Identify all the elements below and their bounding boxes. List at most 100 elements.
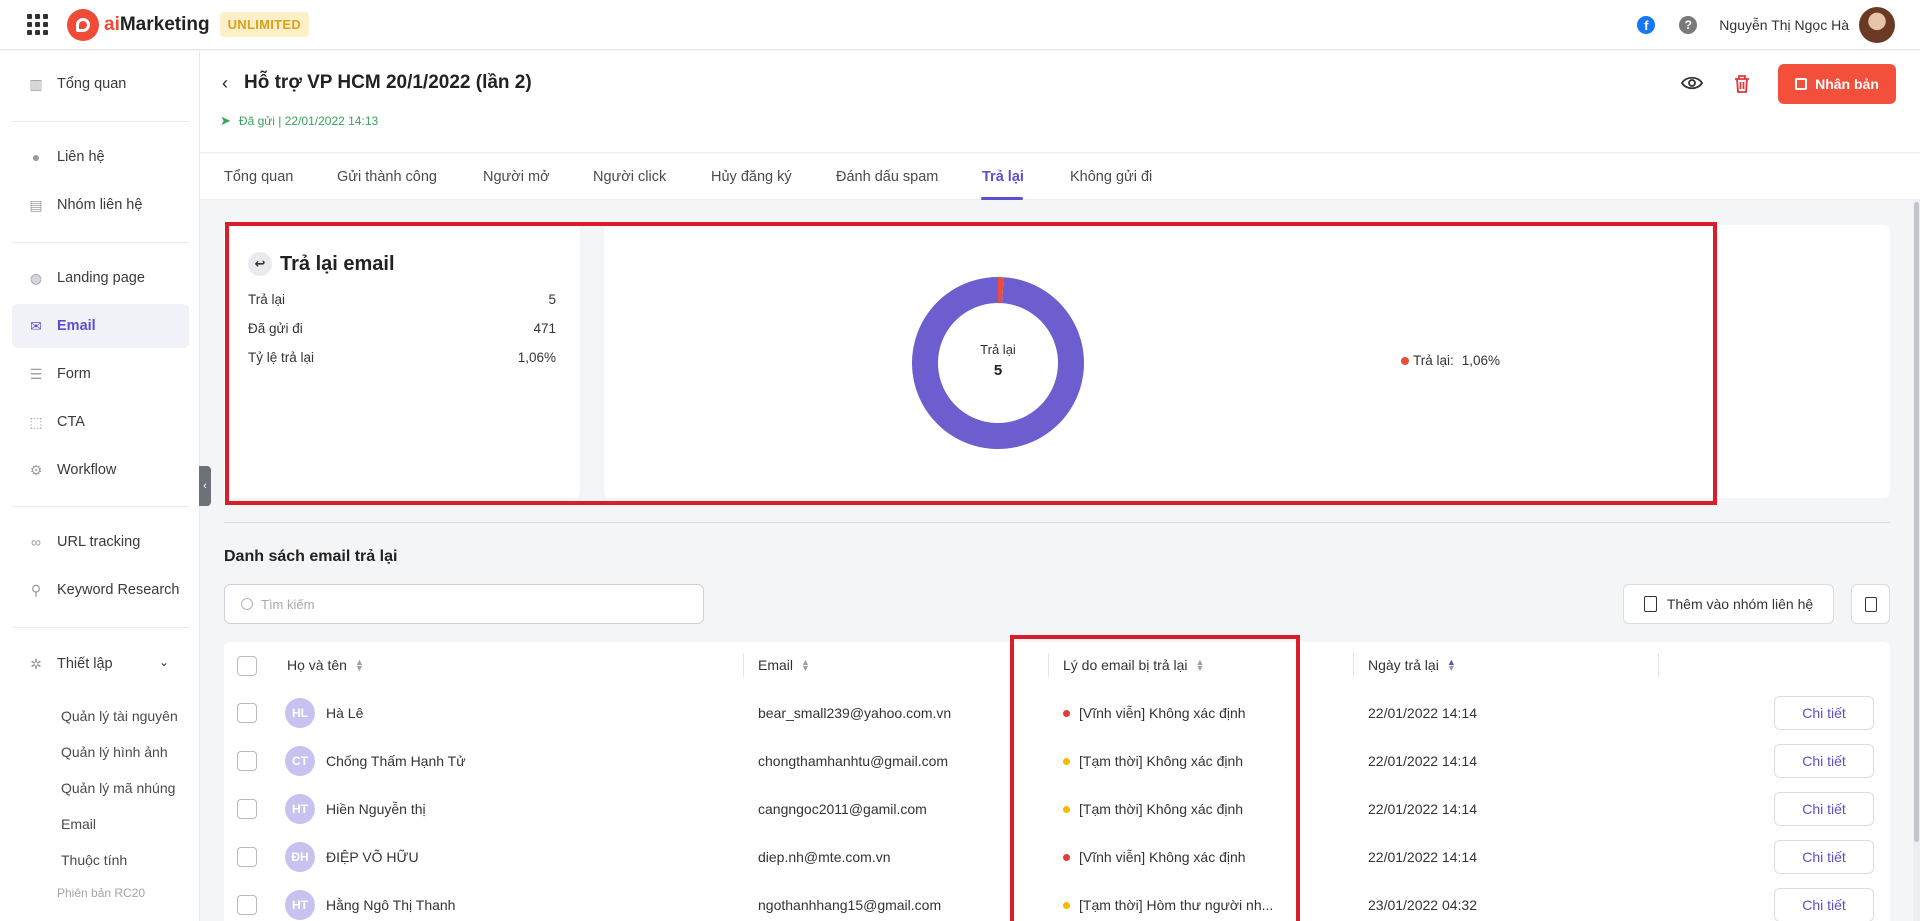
page-scrollbar[interactable] bbox=[1913, 200, 1920, 921]
column-separator bbox=[1353, 653, 1354, 677]
tab-clicked[interactable]: Người click bbox=[593, 169, 666, 185]
scrollbar-thumb[interactable] bbox=[1914, 202, 1919, 842]
clone-button[interactable]: Nhân bản bbox=[1778, 64, 1896, 104]
sent-status: ➤ Đã gửi | 22/01/2022 14:13 bbox=[220, 113, 379, 128]
row-date: 23/01/2022 04:32 bbox=[1368, 897, 1477, 913]
user-avatar[interactable] bbox=[1859, 7, 1895, 43]
legend-swatch bbox=[1401, 356, 1409, 365]
column-header-name[interactable]: Họ và tên ▲ ▼ bbox=[287, 657, 364, 673]
form-icon: ☰ bbox=[29, 366, 43, 382]
select-all-checkbox[interactable] bbox=[237, 656, 257, 676]
reason-status-dot bbox=[1063, 901, 1070, 909]
tab-not-sent[interactable]: Không gửi đi bbox=[1070, 169, 1152, 185]
sidebar-item-email[interactable]: ✉ Email bbox=[12, 304, 189, 348]
avatar: ĐH bbox=[285, 842, 315, 872]
detail-button[interactable]: Chi tiết bbox=[1774, 888, 1874, 921]
search-input[interactable] bbox=[261, 596, 681, 612]
sort-icon: ▲ ▼ bbox=[801, 657, 810, 673]
tab-bounced[interactable]: Trả lại bbox=[982, 169, 1024, 185]
app-logo[interactable]: aiMarketing bbox=[67, 8, 210, 41]
sidebar-item-contact-groups[interactable]: ▤ Nhóm liên hệ bbox=[12, 183, 189, 227]
row-email: bear_small239@yahoo.com.vn bbox=[758, 705, 952, 721]
tab-spam[interactable]: Đánh dấu spam bbox=[836, 169, 938, 185]
search-icon bbox=[241, 598, 253, 610]
tab-opened[interactable]: Người mở bbox=[483, 169, 550, 185]
trash-icon[interactable] bbox=[1733, 74, 1751, 94]
row-date: 22/01/2022 14:14 bbox=[1368, 753, 1477, 769]
row-reason: [Vĩnh viễn] Không xác định bbox=[1063, 849, 1246, 865]
bounce-chart-card bbox=[604, 225, 1890, 498]
avatar: HL bbox=[285, 698, 315, 728]
tab-sent-success[interactable]: Gửi thành công bbox=[337, 169, 437, 185]
sidebar-item-settings[interactable]: ✲ Thiết lập ⌄ bbox=[12, 642, 189, 686]
sidebar-sub-attributes[interactable]: Thuộc tính bbox=[61, 852, 127, 868]
row-checkbox[interactable] bbox=[237, 703, 257, 723]
sidebar-sub-resources[interactable]: Quản lý tài nguyên bbox=[61, 708, 178, 724]
sidebar-item-contacts[interactable]: ● Liên hệ bbox=[12, 135, 189, 179]
sidebar-item-form[interactable]: ☰ Form bbox=[12, 352, 189, 396]
app-grid-icon[interactable] bbox=[27, 13, 49, 36]
help-icon[interactable]: ? bbox=[1679, 16, 1698, 34]
export-icon bbox=[1864, 596, 1877, 612]
legend-value: 1,06% bbox=[1461, 353, 1501, 368]
top-bar: aiMarketing UNLIMITED f ? Nguyễn Thị Ngọ… bbox=[0, 0, 1920, 50]
detail-button[interactable]: Chi tiết bbox=[1774, 696, 1874, 730]
summary-row-bounce-rate: Tỷ lệ trả lại 1,06% bbox=[248, 350, 556, 365]
column-header-email[interactable]: Email ▲ ▼ bbox=[758, 657, 810, 673]
sidebar-item-workflow[interactable]: ⚙ Workflow bbox=[12, 448, 189, 492]
copy-icon bbox=[1795, 78, 1808, 90]
column-header-date[interactable]: Ngày trả lại ▲ ▼ bbox=[1368, 657, 1456, 673]
summary-row-sent: Đã gửi đi 471 bbox=[248, 321, 556, 336]
row-checkbox[interactable] bbox=[237, 751, 257, 771]
sidebar-sub-email[interactable]: Email bbox=[61, 816, 96, 832]
sidebar-sub-images[interactable]: Quản lý hình ảnh bbox=[61, 744, 168, 760]
tab-overview[interactable]: Tổng quan bbox=[224, 169, 293, 185]
row-email: ngothanhhang15@gmail.com bbox=[758, 897, 942, 913]
row-checkbox[interactable] bbox=[237, 895, 257, 915]
sidebar-item-landing-page[interactable]: ◍ Landing page bbox=[12, 256, 189, 300]
legend-label: Trả lại: bbox=[1413, 353, 1454, 368]
add-to-contact-group-button[interactable]: Thêm vào nhóm liên hệ bbox=[1623, 584, 1834, 624]
detail-button[interactable]: Chi tiết bbox=[1774, 744, 1874, 778]
row-email: chongthamhanhtu@gmail.com bbox=[758, 753, 949, 769]
sidebar-item-overview[interactable]: ▥ Tổng quan bbox=[12, 62, 189, 106]
logo-mark-icon bbox=[67, 8, 99, 41]
gear-icon: ✲ bbox=[30, 656, 42, 672]
row-date: 22/01/2022 14:14 bbox=[1368, 801, 1477, 817]
contact-book-icon bbox=[1643, 596, 1657, 612]
back-chevron-icon[interactable]: ‹ bbox=[222, 73, 228, 94]
row-reason: [Tạm thời] Hòm thư người nh... bbox=[1063, 897, 1273, 913]
detail-button[interactable]: Chi tiết bbox=[1774, 840, 1874, 874]
sidebar-divider bbox=[12, 242, 189, 243]
tab-unsubscribed[interactable]: Hủy đăng ký bbox=[711, 169, 792, 185]
workflow-icon: ⚙ bbox=[29, 462, 43, 478]
plan-badge: UNLIMITED bbox=[219, 12, 310, 37]
facebook-icon[interactable]: f bbox=[1637, 16, 1656, 34]
sidebar-divider bbox=[12, 506, 189, 507]
column-header-reason[interactable]: Lý do email bị trả lại ▲ ▼ bbox=[1063, 657, 1204, 673]
row-checkbox[interactable] bbox=[237, 847, 257, 867]
reason-status-dot bbox=[1063, 853, 1070, 861]
sidebar-item-url-tracking[interactable]: ∞ URL tracking bbox=[12, 520, 189, 564]
sidebar-item-cta[interactable]: ⬚ CTA bbox=[12, 400, 189, 444]
detail-button[interactable]: Chi tiết bbox=[1774, 792, 1874, 826]
export-button[interactable] bbox=[1851, 584, 1890, 624]
contact-book-icon: ▤ bbox=[29, 197, 43, 213]
chart-icon: ▥ bbox=[29, 76, 43, 92]
row-name: Chống Thấm Hạnh Tử bbox=[326, 753, 466, 769]
cta-icon: ⬚ bbox=[29, 414, 43, 430]
sidebar-sub-embed-codes[interactable]: Quản lý mã nhúng bbox=[61, 780, 175, 796]
donut-center-label: Trả lại bbox=[980, 342, 1016, 357]
avatar: HT bbox=[285, 890, 315, 920]
preview-eye-icon[interactable] bbox=[1681, 74, 1703, 92]
app-version: Phiên bản RC20 bbox=[57, 886, 146, 900]
user-name[interactable]: Nguyễn Thị Ngọc Hà bbox=[1719, 17, 1849, 33]
sidebar-item-keyword-research[interactable]: ⚲ Keyword Research bbox=[12, 568, 189, 612]
row-name: Hà Lê bbox=[326, 705, 364, 721]
row-reason: [Vĩnh viễn] Không xác định bbox=[1063, 705, 1246, 721]
bounce-list-title: Danh sách email trả lại bbox=[224, 548, 398, 565]
row-reason: [Tạm thời] Không xác định bbox=[1063, 801, 1243, 817]
row-checkbox[interactable] bbox=[237, 799, 257, 819]
sidebar-collapse-handle[interactable]: ‹ bbox=[199, 466, 211, 506]
row-date: 22/01/2022 14:14 bbox=[1368, 849, 1477, 865]
